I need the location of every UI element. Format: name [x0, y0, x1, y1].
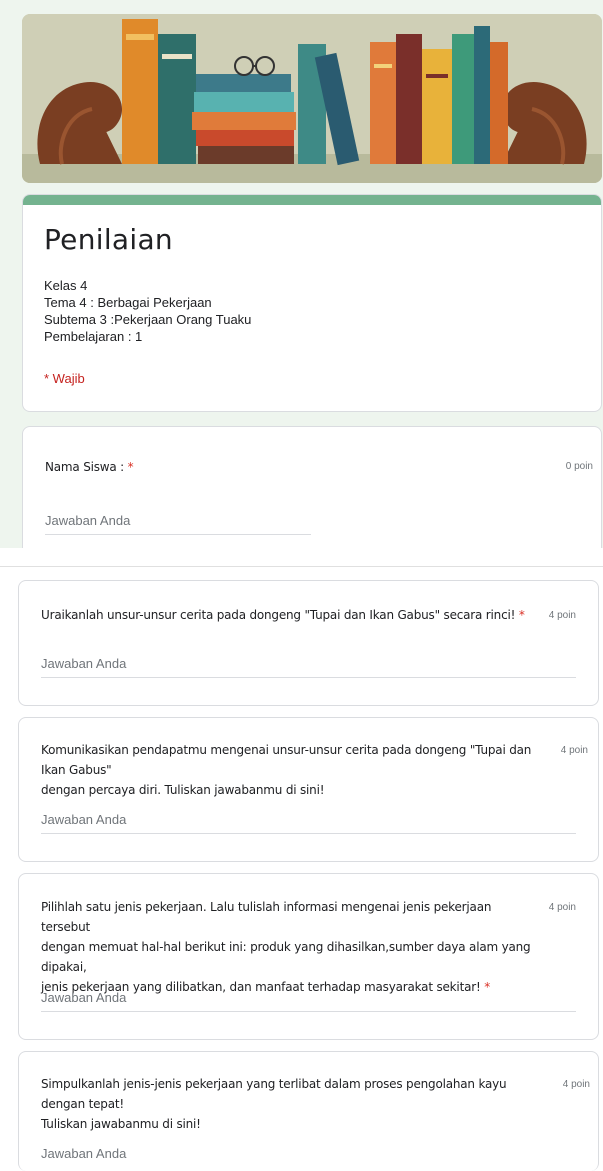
answer-input[interactable]: Jawaban Anda [41, 656, 126, 671]
books-illustration [22, 14, 602, 183]
form-title: Penilaian [44, 223, 173, 256]
points-label: 4 poin [560, 745, 588, 756]
form-header-card: Penilaian Kelas 4 Tema 4 : Berbagai Peke… [22, 194, 602, 412]
question-card: Uraikanlah unsur-unsur cerita pada donge… [18, 580, 599, 706]
points-label: 4 poin [562, 1079, 590, 1090]
question-title: Uraikanlah unsur-unsur cerita pada donge… [41, 608, 525, 622]
required-asterisk: * [127, 460, 134, 474]
question-card: Komunikasikan pendapatmu mengenai unsur-… [18, 717, 599, 862]
answer-underline [41, 1011, 576, 1012]
answer-underline [41, 833, 576, 834]
question-card-nama: Nama Siswa : * 0 poin Jawaban Anda [22, 426, 602, 566]
description-line: Subtema 3 :Pekerjaan Orang Tuaku [44, 312, 252, 327]
divider [0, 566, 603, 567]
points-label: 4 poin [548, 610, 576, 621]
required-asterisk: * [518, 608, 525, 622]
question-card: Simpulkanlah jenis-jenis pekerjaan yang … [18, 1051, 599, 1171]
description-line: Kelas 4 [44, 278, 88, 293]
header-banner-image [22, 14, 602, 183]
answer-input[interactable]: Jawaban Anda [45, 513, 130, 528]
screenshot-separator [0, 548, 603, 566]
question-title: Nama Siswa : * [45, 460, 134, 474]
answer-input[interactable]: Jawaban Anda [41, 990, 126, 1005]
description-line: Tema 4 : Berbagai Pekerjaan [44, 295, 212, 310]
answer-underline [41, 677, 576, 678]
points-label: 0 poin [565, 461, 593, 472]
question-title: Komunikasikan pendapatmu mengenai unsur-… [41, 743, 532, 797]
answer-input[interactable]: Jawaban Anda [41, 1146, 126, 1161]
form-description: Kelas 4 Tema 4 : Berbagai Pekerjaan Subt… [44, 277, 251, 345]
required-note: * Wajib [44, 371, 85, 386]
required-asterisk: * [484, 980, 491, 994]
answer-underline [45, 534, 311, 535]
accent-bar [23, 195, 601, 205]
question-title: Simpulkanlah jenis-jenis pekerjaan yang … [41, 1077, 507, 1131]
question-title: Pilihlah satu jenis pekerjaan. Lalu tuli… [41, 900, 531, 994]
description-line: Pembelajaran : 1 [44, 329, 143, 344]
question-card: Pilihlah satu jenis pekerjaan. Lalu tuli… [18, 873, 599, 1040]
points-label: 4 poin [548, 902, 576, 913]
answer-input[interactable]: Jawaban Anda [41, 812, 126, 827]
